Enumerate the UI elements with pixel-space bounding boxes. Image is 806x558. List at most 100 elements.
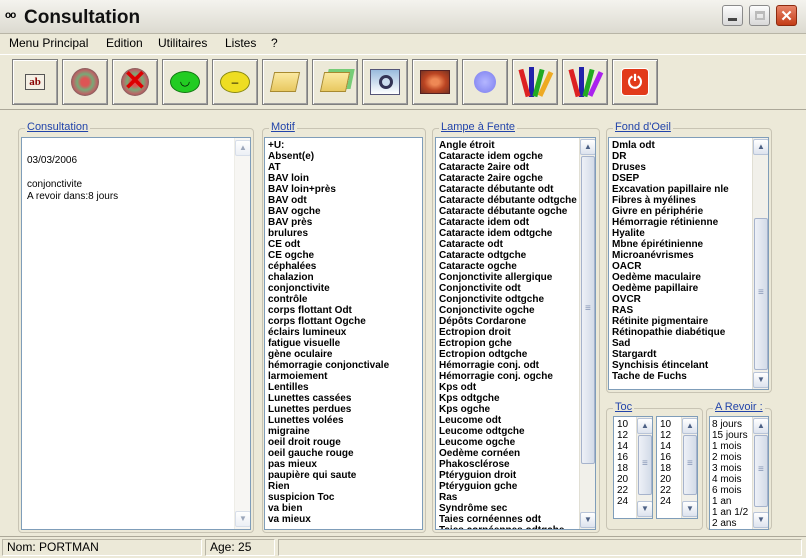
motif-item[interactable]: Lunettes perdues — [268, 404, 389, 415]
lampe-item[interactable]: Angle étroit — [439, 140, 577, 151]
revoir-list[interactable]: 8 jours 15 jours 1 mois 2 mois 3 mois 4 mois 6… — [709, 416, 769, 530]
motif-item[interactable]: Lunettes cassées — [268, 393, 389, 404]
fond-item[interactable]: Synchisis étincelant — [612, 360, 729, 371]
fond-item[interactable]: Stargardt — [612, 349, 729, 360]
revoir-item[interactable]: 2 ans — [712, 518, 748, 529]
fond-item[interactable]: Fibres à myélines — [612, 195, 729, 206]
scroll-down-icon[interactable]: ▼ — [753, 512, 768, 528]
scroll-thumb[interactable] — [581, 156, 595, 464]
scroll-up-icon[interactable]: ▲ — [637, 418, 652, 434]
toc-right-item[interactable]: 20 — [660, 474, 671, 485]
lampe-item[interactable]: Leucome odtgche — [439, 426, 577, 437]
lampe-item[interactable]: Leucome ogche — [439, 437, 577, 448]
revoir-item[interactable]: 6 mois — [712, 485, 748, 496]
motif-item[interactable]: CE ogche — [268, 250, 389, 261]
fond-item[interactable]: Hyalite — [612, 228, 729, 239]
revoir-item[interactable]: 1 mois — [712, 441, 748, 452]
fond-item[interactable]: OVCR — [612, 294, 729, 305]
fond-item[interactable]: Microanévrismes — [612, 250, 729, 261]
fond-item[interactable]: Tache de Fuchs — [612, 371, 729, 382]
green-smiley-button[interactable]: ◡ — [162, 59, 208, 105]
lampe-item[interactable]: Cataracte idem odtgche — [439, 228, 577, 239]
lampe-item[interactable]: Phakosclérose — [439, 459, 577, 470]
fond-item[interactable]: Excavation papillaire nle — [612, 184, 729, 195]
lampe-item[interactable]: Cataracte ogche — [439, 261, 577, 272]
fond-item[interactable]: Mbne épirétinienne — [612, 239, 729, 250]
motif-item[interactable]: chalazion — [268, 272, 389, 283]
motif-list[interactable]: +U: Absent(e) AT BAV loin BAV loin+près BAV o… — [264, 137, 423, 530]
revoir-scrollbar[interactable]: ▲ ▼ — [752, 417, 768, 529]
motif-item[interactable]: va bien — [268, 503, 389, 514]
lampe-item[interactable]: Cataracte débutante odtgche — [439, 195, 577, 206]
toc-left-item[interactable]: 10 — [617, 419, 628, 430]
motif-item[interactable]: larmoiement — [268, 371, 389, 382]
fond-item[interactable]: DR — [612, 151, 729, 162]
text-button[interactable]: ab — [12, 59, 58, 105]
lampe-item[interactable]: Cataracte 2aire ogche — [439, 173, 577, 184]
toc-right-item[interactable]: 22 — [660, 485, 671, 496]
maximize-button[interactable] — [749, 5, 770, 26]
toc-left-item[interactable]: 12 — [617, 430, 628, 441]
toc-left-item[interactable]: 18 — [617, 463, 628, 474]
toc-right-list[interactable]: 1012141618202224 ▲ ▼ — [656, 416, 698, 519]
lampe-item[interactable]: Ectropion gche — [439, 338, 577, 349]
cancel-stamp-button[interactable]: ✕ — [112, 59, 158, 105]
lampe-item[interactable]: Dépôts Cordarone — [439, 316, 577, 327]
motif-item[interactable]: va mieux — [268, 514, 389, 525]
fond-item[interactable]: Rétinite pigmentaire — [612, 316, 729, 327]
fond-item[interactable]: Dmla odt — [612, 140, 729, 151]
lampe-item[interactable]: Kps ogche — [439, 404, 577, 415]
fond-item[interactable]: RAS — [612, 305, 729, 316]
motif-item[interactable]: pas mieux — [268, 459, 389, 470]
toc-right-item[interactable]: 10 — [660, 419, 671, 430]
lampe-item[interactable]: Conjonctivite odtgche — [439, 294, 577, 305]
lampe-item[interactable]: Hémorragie conj. odt — [439, 360, 577, 371]
toc-left-item[interactable]: 14 — [617, 441, 628, 452]
scroll-down-icon[interactable]: ▼ — [580, 512, 595, 528]
photo-button[interactable] — [412, 59, 458, 105]
motif-item[interactable]: hémorragie conjonctivale — [268, 360, 389, 371]
fond-item[interactable]: OACR — [612, 261, 729, 272]
revoir-item[interactable]: 1 an — [712, 496, 748, 507]
lampe-item[interactable]: Cataracte idem odt — [439, 217, 577, 228]
motif-item[interactable]: paupière qui saute — [268, 470, 389, 481]
motif-item[interactable]: BAV loin — [268, 173, 389, 184]
motif-item[interactable]: CE odt — [268, 239, 389, 250]
scroll-thumb[interactable] — [638, 435, 652, 495]
scroll-up-icon[interactable]: ▲ — [580, 139, 595, 155]
fond-item[interactable]: Rétinopathie diabétique — [612, 327, 729, 338]
toc-left-item[interactable]: 16 — [617, 452, 628, 463]
lampe-item[interactable]: Conjonctivite allergique — [439, 272, 577, 283]
fond-item[interactable]: Druses — [612, 162, 729, 173]
motif-item[interactable]: Lunettes volées — [268, 415, 389, 426]
scroll-up-icon[interactable]: ▲ — [682, 418, 697, 434]
motif-item[interactable]: éclairs lumineux — [268, 327, 389, 338]
toc-right-item[interactable]: 24 — [660, 496, 671, 507]
lampe-item[interactable]: Hémorragie conj. ogche — [439, 371, 577, 382]
open-folder-2-button[interactable] — [312, 59, 358, 105]
motif-item[interactable]: AT — [268, 162, 389, 173]
minimize-button[interactable] — [722, 5, 743, 26]
menu-listes[interactable]: Listes — [225, 36, 256, 50]
stamp-button[interactable] — [62, 59, 108, 105]
pencils-button[interactable] — [512, 59, 558, 105]
motif-item[interactable]: corps flottant Odt — [268, 305, 389, 316]
toc-left-item[interactable]: 20 — [617, 474, 628, 485]
magnifier-button[interactable] — [362, 59, 408, 105]
motif-item[interactable]: Lentilles — [268, 382, 389, 393]
scroll-down-icon[interactable]: ▼ — [235, 511, 250, 527]
toc-left-list[interactable]: 1012141618202224 ▲ ▼ — [613, 416, 653, 519]
scroll-down-icon[interactable]: ▼ — [682, 501, 697, 517]
lampe-item[interactable]: Cataracte odt — [439, 239, 577, 250]
lampe-item[interactable]: Taies cornéennes odtgche — [439, 525, 577, 529]
lampe-item[interactable]: Cataracte odtgche — [439, 250, 577, 261]
motif-item[interactable]: conjonctivite — [268, 283, 389, 294]
motif-item[interactable]: fatigue visuelle — [268, 338, 389, 349]
lampe-item[interactable]: Oedème cornéen — [439, 448, 577, 459]
lampe-item[interactable]: Conjonctivite ogche — [439, 305, 577, 316]
revoir-item[interactable]: 2 mois — [712, 452, 748, 463]
fond-item[interactable]: DSEP — [612, 173, 729, 184]
lampe-item[interactable]: Syndrôme sec — [439, 503, 577, 514]
motif-item[interactable]: BAV odt — [268, 195, 389, 206]
scroll-thumb[interactable] — [683, 435, 697, 495]
